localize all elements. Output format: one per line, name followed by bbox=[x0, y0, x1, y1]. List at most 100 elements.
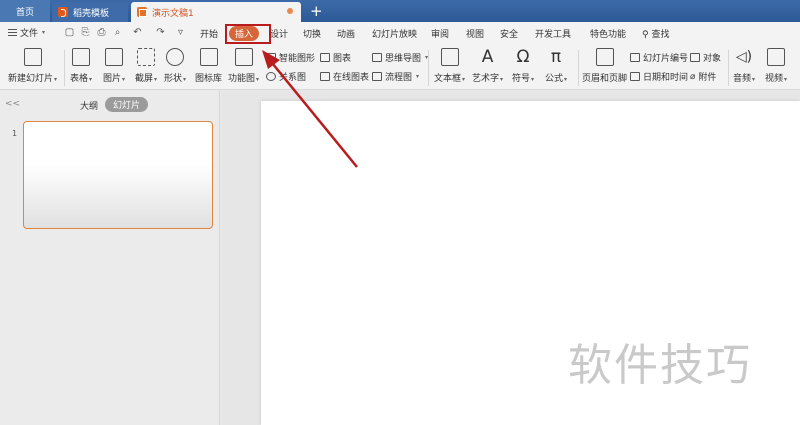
export-icon[interactable]: ⎘ bbox=[80, 27, 91, 38]
undo-icon[interactable]: ↶ bbox=[132, 27, 143, 38]
function-chart-label: 功能图 bbox=[228, 74, 256, 84]
icon-library-icon bbox=[199, 48, 218, 66]
video-button[interactable]: 视频▾ bbox=[765, 48, 787, 84]
menu-review[interactable]: 审阅 bbox=[431, 27, 449, 40]
file-menu-label: 文件 bbox=[20, 29, 39, 39]
file-menu[interactable]: 文件 ▾ bbox=[8, 26, 45, 39]
relation-chart-button[interactable]: 关系图 bbox=[266, 70, 306, 83]
chevron-down-icon: ▾ bbox=[42, 29, 46, 36]
date-time-label: 日期和时间 bbox=[643, 73, 689, 83]
ribbon-insert: 新建幻灯片▾ 表格▾ 图片▾ 截屏▾ 形状▾ 图标库 功能图▾ 智能图形 关系图… bbox=[0, 44, 800, 90]
ribbon-divider bbox=[428, 50, 429, 86]
insert-highlight-box bbox=[225, 24, 271, 44]
redo-icon[interactable]: ↷ bbox=[155, 27, 166, 38]
mind-map-button[interactable]: 思维导图 ▾ bbox=[372, 51, 428, 64]
tab-bar: 首页 稻壳模板 演示文稿1 + bbox=[0, 0, 800, 22]
video-icon bbox=[767, 48, 786, 66]
table-button[interactable]: 表格▾ bbox=[70, 48, 92, 84]
chevron-down-icon: ▾ bbox=[122, 76, 126, 83]
slide-panel: << 大纲 幻灯片 1 bbox=[0, 91, 220, 425]
textbox-button[interactable]: 文本框▾ bbox=[434, 48, 465, 84]
menu-view[interactable]: 视图 bbox=[466, 27, 484, 40]
menu-developer[interactable]: 开发工具 bbox=[535, 27, 571, 40]
menu-search[interactable]: ⚲ 查找 bbox=[642, 27, 669, 40]
tab-template[interactable]: 稻壳模板 bbox=[52, 2, 128, 22]
screenshot-button[interactable]: 截屏▾ bbox=[135, 48, 157, 84]
chevron-down-icon: ▾ bbox=[183, 76, 187, 83]
new-tab-button[interactable]: + bbox=[310, 2, 323, 20]
table-label: 表格 bbox=[70, 74, 89, 84]
chart-button[interactable]: 图表 bbox=[320, 51, 351, 64]
presentation-icon bbox=[137, 7, 147, 17]
ribbon-divider bbox=[64, 50, 65, 86]
formula-label: 公式 bbox=[545, 74, 564, 84]
screenshot-label: 截屏 bbox=[135, 74, 154, 84]
omega-icon: Ω bbox=[516, 47, 530, 67]
chevron-down-icon: ▾ bbox=[784, 76, 788, 83]
menu-security[interactable]: 安全 bbox=[500, 27, 518, 40]
menu-animation[interactable]: 动画 bbox=[337, 27, 355, 40]
chart-label: 图表 bbox=[333, 54, 352, 64]
menu-design[interactable]: 设计 bbox=[270, 27, 288, 40]
tab-home[interactable]: 首页 bbox=[0, 0, 50, 22]
chevron-down-icon: ▾ bbox=[531, 76, 535, 83]
chevron-down-icon: ▾ bbox=[89, 76, 93, 83]
pi-icon: π bbox=[550, 47, 562, 67]
tab-document[interactable]: 演示文稿1 bbox=[131, 2, 301, 22]
slide-thumbnail[interactable] bbox=[23, 121, 213, 229]
textbox-label: 文本框 bbox=[434, 74, 462, 84]
online-chart-button[interactable]: 在线图表 bbox=[320, 70, 369, 83]
new-slide-button[interactable]: 新建幻灯片▾ bbox=[8, 48, 57, 84]
header-footer-button[interactable]: 页眉和页脚 bbox=[582, 48, 627, 84]
tab-slides[interactable]: 幻灯片 bbox=[105, 97, 149, 112]
menu-search-label: 查找 bbox=[651, 30, 670, 40]
tab-outline[interactable]: 大纲 bbox=[80, 99, 98, 112]
menu-features[interactable]: 特色功能 bbox=[590, 27, 626, 40]
audio-button[interactable]: ◁) 音频▾ bbox=[733, 48, 755, 84]
chevron-down-icon: ▾ bbox=[564, 76, 568, 83]
picture-icon bbox=[105, 48, 124, 66]
flowchart-button[interactable]: 流程图 ▾ bbox=[372, 70, 419, 83]
slide-number-label: 幻灯片编号 bbox=[643, 54, 689, 64]
menu-home[interactable]: 开始 bbox=[200, 27, 218, 40]
online-chart-label: 在线图表 bbox=[333, 73, 370, 83]
attachment-label: 附件 bbox=[698, 73, 717, 83]
menu-slideshow[interactable]: 幻灯片放映 bbox=[372, 27, 417, 40]
icon-library-button[interactable]: 图标库 bbox=[195, 48, 222, 84]
object-label: 对象 bbox=[703, 54, 722, 64]
menu-icon bbox=[8, 29, 17, 36]
smart-graphic-button[interactable]: 智能图形 bbox=[266, 51, 315, 64]
collapse-panel-button[interactable]: << bbox=[5, 99, 20, 109]
print-icon[interactable]: ⎙ bbox=[96, 27, 107, 38]
tab-home-label: 首页 bbox=[15, 7, 34, 18]
customize-icon[interactable]: ▿ bbox=[175, 27, 186, 38]
mind-map-icon bbox=[372, 53, 382, 62]
symbol-button[interactable]: Ω 符号▾ bbox=[512, 48, 534, 84]
print-preview-icon[interactable]: ⌕ bbox=[112, 27, 123, 38]
object-button[interactable]: 对象 bbox=[690, 51, 721, 64]
watermark-text: 软件技巧 bbox=[568, 340, 752, 391]
mind-map-label: 思维导图 bbox=[385, 54, 422, 64]
screenshot-icon bbox=[137, 48, 156, 66]
save-icon[interactable]: ▢ bbox=[64, 27, 75, 38]
function-chart-button[interactable]: 功能图▾ bbox=[228, 48, 259, 84]
smart-graphic-icon bbox=[266, 53, 276, 62]
symbol-label: 符号 bbox=[512, 74, 531, 84]
chevron-down-icon: ▾ bbox=[54, 76, 58, 83]
object-icon bbox=[690, 53, 700, 62]
online-chart-icon bbox=[320, 72, 330, 81]
chart-icon bbox=[320, 53, 330, 62]
calendar-icon bbox=[630, 72, 640, 81]
menu-transition[interactable]: 切换 bbox=[303, 27, 321, 40]
textbox-icon bbox=[440, 48, 459, 66]
flowchart-icon bbox=[372, 72, 382, 81]
date-time-button[interactable]: 日期和时间 bbox=[630, 70, 688, 83]
picture-label: 图片 bbox=[103, 74, 122, 84]
shape-button[interactable]: 形状▾ bbox=[164, 48, 186, 84]
picture-button[interactable]: 图片▾ bbox=[103, 48, 125, 84]
new-slide-icon bbox=[23, 48, 42, 66]
slide-number-button[interactable]: 幻灯片编号 bbox=[630, 51, 688, 64]
art-text-button[interactable]: A 艺术字▾ bbox=[472, 48, 503, 84]
formula-button[interactable]: π 公式▾ bbox=[545, 48, 567, 84]
attachment-button[interactable]: ⌀ 附件 bbox=[690, 70, 717, 84]
